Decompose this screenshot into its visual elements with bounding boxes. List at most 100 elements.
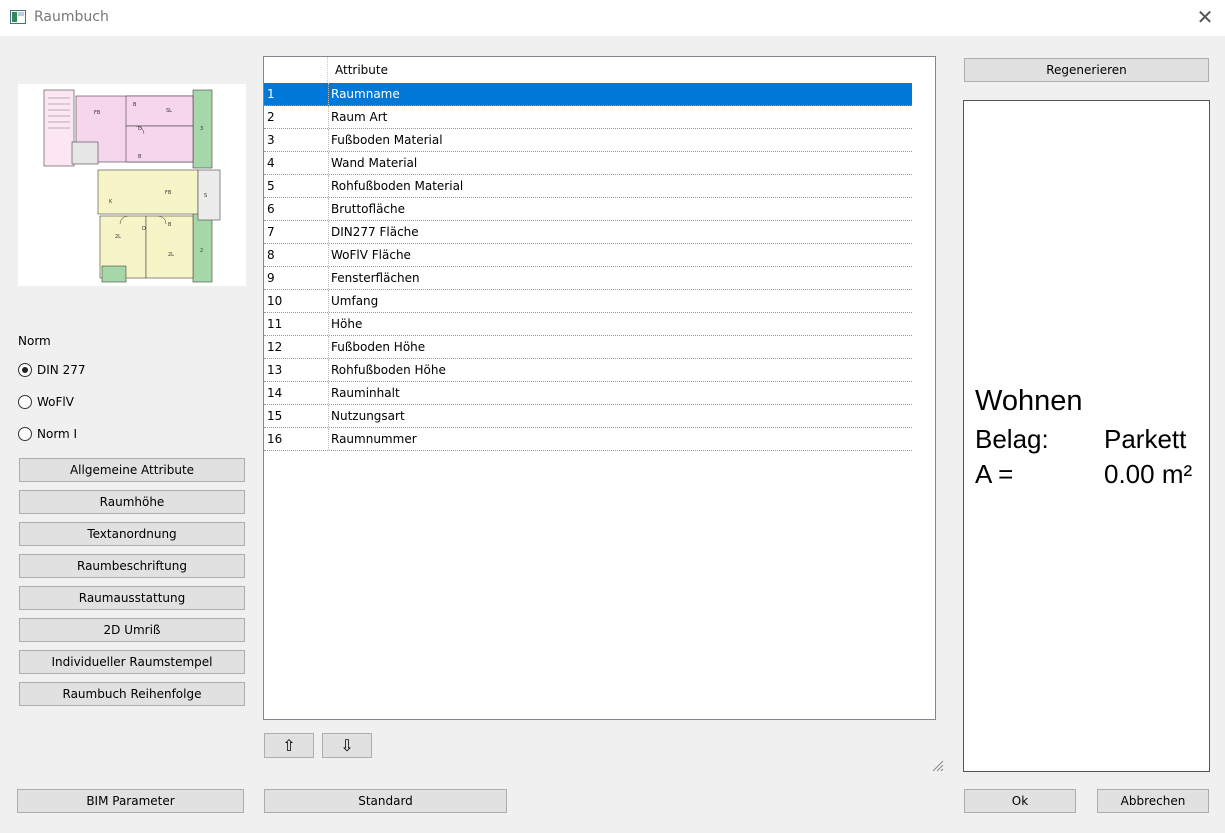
norm-label: Norm: [18, 334, 51, 348]
move-down-button[interactable]: ⇩: [322, 733, 372, 758]
table-row[interactable]: 10 Umfang: [264, 290, 912, 313]
room-label: FB: [94, 110, 101, 116]
room-label: B: [168, 222, 172, 228]
table-row[interactable]: 3 Fußboden Material: [264, 129, 912, 152]
column-separator: [328, 83, 329, 105]
stamp-area-label: A =: [975, 459, 1014, 489]
column-separator: [328, 290, 329, 312]
raumbuch-reihenfolge-button[interactable]: Raumbuch Reihenfolge: [19, 682, 245, 706]
table-row[interactable]: 4 Wand Material: [264, 152, 912, 175]
raumausstattung-button[interactable]: Raumausstattung: [19, 586, 245, 610]
radio-label: Norm I: [37, 427, 78, 441]
row-index: 12: [267, 340, 283, 354]
room-label: 2: [200, 248, 203, 254]
radio-din277[interactable]: DIN 277: [18, 361, 85, 379]
column-separator: [328, 221, 329, 243]
row-attribute: Bruttofläche: [331, 202, 406, 216]
room-label: S: [204, 193, 207, 199]
individueller-raumstempel-button[interactable]: Individueller Raumstempel: [19, 650, 245, 674]
table-row[interactable]: 1 Raumname: [264, 83, 912, 106]
row-attribute: Fensterflächen: [331, 271, 420, 285]
room-label: B: [133, 102, 137, 108]
allgemeine-attribute-button[interactable]: Allgemeine Attribute: [19, 458, 245, 482]
index-column-header[interactable]: [264, 57, 328, 83]
radio-circle[interactable]: [18, 427, 32, 441]
stamp-room-name: Wohnen: [975, 385, 1083, 417]
move-up-button[interactable]: ⇧: [264, 733, 314, 758]
column-separator: [328, 244, 329, 266]
arrow-up-icon: ⇧: [282, 736, 296, 755]
radio-woflv[interactable]: WoFlV: [18, 393, 74, 411]
row-attribute: Nutzungsart: [331, 409, 405, 423]
radio-circle[interactable]: [18, 363, 32, 377]
stamp-area-value: 0.00 m²: [1104, 459, 1193, 489]
row-index: 5: [267, 179, 275, 193]
column-separator: [328, 313, 329, 335]
row-index: 7: [267, 225, 275, 239]
row-index: 14: [267, 386, 283, 400]
room-label: D: [142, 226, 146, 232]
standard-button[interactable]: Standard: [264, 789, 507, 813]
window-title: Raumbuch: [34, 9, 109, 25]
floorplan-drawing: FB B SL D B 3 S FB K D B 2L 2L 2: [18, 84, 246, 286]
row-index: 2: [267, 110, 275, 124]
row-index: 8: [267, 248, 275, 262]
table-row[interactable]: 13 Rohfußboden Höhe: [264, 359, 912, 382]
raumhoehe-button[interactable]: Raumhöhe: [19, 490, 245, 514]
table-row[interactable]: 5 Rohfußboden Material: [264, 175, 912, 198]
room-label: D: [138, 126, 142, 132]
room-label: FB: [165, 190, 172, 196]
column-separator: [328, 359, 329, 381]
room-label: 2L: [115, 234, 121, 240]
close-icon[interactable]: ✕: [1192, 6, 1218, 28]
room-label: 2L: [168, 252, 174, 258]
textanordnung-button[interactable]: Textanordnung: [19, 522, 245, 546]
cancel-button[interactable]: Abbrechen: [1097, 789, 1209, 813]
row-attribute: Rauminhalt: [331, 386, 400, 400]
row-attribute: Höhe: [331, 317, 363, 331]
column-separator: [328, 267, 329, 289]
row-index: 1: [267, 87, 275, 101]
column-separator: [328, 106, 329, 128]
table-row[interactable]: 9 Fensterflächen: [264, 267, 912, 290]
row-index: 15: [267, 409, 283, 423]
column-separator: [328, 198, 329, 220]
table-row[interactable]: 16 Raumnummer: [264, 428, 912, 451]
radio-circle[interactable]: [18, 395, 32, 409]
table-row[interactable]: 2 Raum Art: [264, 106, 912, 129]
raumbeschriftung-button[interactable]: Raumbeschriftung: [19, 554, 245, 578]
row-attribute: DIN277 Fläche: [331, 225, 419, 239]
column-separator: [328, 336, 329, 358]
arrow-down-icon: ⇩: [340, 736, 354, 755]
row-attribute: Raumname: [331, 87, 400, 101]
regenerieren-button[interactable]: Regenerieren: [964, 58, 1209, 82]
table-row[interactable]: 8 WoFlV Fläche: [264, 244, 912, 267]
row-attribute: WoFlV Fläche: [331, 248, 411, 262]
ok-button[interactable]: Ok: [964, 789, 1076, 813]
bim-parameter-button[interactable]: BIM Parameter: [17, 789, 244, 813]
table-row[interactable]: 7 DIN277 Fläche: [264, 221, 912, 244]
stamp-belag-label: Belag:: [975, 424, 1049, 454]
row-attribute: Raum Art: [331, 110, 388, 124]
floorplan-preview: FB B SL D B 3 S FB K D B 2L 2L 2: [18, 84, 246, 286]
row-index: 11: [267, 317, 283, 331]
table-row[interactable]: 15 Nutzungsart: [264, 405, 912, 428]
radio-label: WoFlV: [37, 395, 74, 409]
column-separator: [328, 382, 329, 404]
table-row[interactable]: 14 Rauminhalt: [264, 382, 912, 405]
radio-norm-i[interactable]: Norm I: [18, 425, 77, 443]
resize-grip-icon[interactable]: [930, 758, 944, 772]
row-attribute: Raumnummer: [331, 432, 417, 446]
title-bar: Raumbuch ✕: [0, 0, 1225, 36]
table-row[interactable]: 12 Fußboden Höhe: [264, 336, 912, 359]
table-row[interactable]: 11 Höhe: [264, 313, 912, 336]
attribute-table[interactable]: Attribute 1 Raumname 2 Raum Art 3 Fußboden Ma…: [263, 56, 936, 720]
stamp-belag-value: Parkett: [1104, 424, 1187, 454]
radio-label: DIN 277: [37, 363, 86, 377]
2d-umriss-button[interactable]: 2D Umriß: [19, 618, 245, 642]
room-label: B: [138, 154, 142, 160]
app-icon: [10, 10, 26, 24]
column-separator: [328, 428, 329, 450]
table-row[interactable]: 6 Bruttofläche: [264, 198, 912, 221]
attribute-column-header[interactable]: Attribute: [335, 63, 388, 77]
